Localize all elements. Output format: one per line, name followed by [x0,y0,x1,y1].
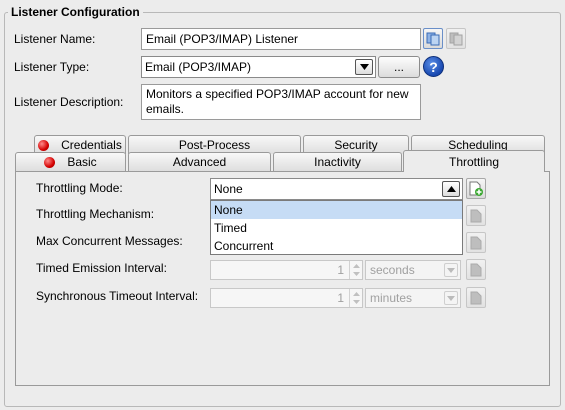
tab-throttling-label: Throttling [448,154,500,169]
mechanism-variable-button[interactable] [466,205,486,226]
help-icon[interactable]: ? [423,56,444,77]
copy-button[interactable] [423,28,443,49]
tab-security-label: Security [334,138,378,152]
error-indicator-icon [44,156,56,168]
spinner-arrows-icon[interactable] [349,289,362,307]
synchronous-timeout-unit: minutes [370,291,413,305]
synchronous-timeout-label: Synchronous Timeout Interval: [36,289,199,303]
add-variable-button[interactable] [466,178,486,199]
chevron-up-icon[interactable] [442,181,460,197]
tab-inactivity[interactable]: Inactivity [273,152,402,171]
error-indicator-icon [38,139,50,151]
dropdown-option-timed[interactable]: Timed [211,219,462,237]
add-document-icon [469,181,483,196]
group-title: Listener Configuration [8,5,143,19]
listener-type-value: Email (POP3/IMAP) [145,60,252,74]
listener-name-label: Listener Name: [14,32,96,46]
paste-button[interactable] [446,28,466,49]
listener-description-input[interactable]: Monitors a specified POP3/IMAP account f… [141,84,421,120]
chevron-down-icon[interactable] [355,59,373,75]
document-icon [470,209,482,222]
copy-icon [426,32,440,45]
browse-button[interactable]: ... [378,56,420,78]
synchronous-timeout-variable-button[interactable] [466,287,486,308]
timed-emission-variable-button[interactable] [466,259,486,280]
timed-emission-input[interactable]: 1 [210,260,363,280]
listener-type-select[interactable]: Email (POP3/IMAP) [141,56,376,78]
tab-advanced[interactable]: Advanced [128,152,271,171]
synchronous-timeout-value: 1 [337,291,344,305]
tab-inactivity-label: Inactivity [314,155,361,169]
document-icon [470,236,482,249]
synchronous-timeout-input[interactable]: 1 [210,288,363,308]
dropdown-option-concurrent[interactable]: Concurrent [211,237,462,255]
synchronous-timeout-unit-select[interactable]: minutes [365,288,461,308]
tab-credentials-label: Credentials [61,138,122,152]
throttling-mode-select[interactable]: None [210,178,463,200]
dropdown-option-none[interactable]: None [211,201,462,219]
spinner-arrows-icon[interactable] [349,261,362,279]
tab-advanced-label: Advanced [172,155,227,169]
throttling-mode-value: None [214,182,243,196]
tab-basic-label: Basic [67,155,97,169]
throttling-mode-dropdown: None Timed Concurrent [210,200,463,255]
listener-name-input[interactable]: Email (POP3/IMAP) Listener [141,28,421,50]
timed-emission-label: Timed Emission Interval: [36,261,167,275]
max-concurrent-variable-button[interactable] [466,232,486,253]
max-concurrent-label: Max Concurrent Messages: [36,234,183,248]
tab-throttling[interactable]: Throttling [403,150,545,172]
listener-description-label: Listener Description: [14,95,124,109]
tab-post-process-label: Post-Process [178,138,251,152]
document-icon [470,291,482,304]
throttling-mechanism-label: Throttling Mechanism: [36,207,155,221]
throttling-mode-label: Throttling Mode: [36,181,123,195]
document-icon [470,263,482,276]
timed-emission-unit: seconds [370,263,415,277]
paste-icon [449,32,463,45]
timed-emission-value: 1 [337,263,344,277]
chevron-down-icon[interactable] [444,263,458,277]
chevron-down-icon[interactable] [444,291,458,305]
tab-basic[interactable]: Basic [15,152,126,171]
listener-type-label: Listener Type: [14,60,90,74]
timed-emission-unit-select[interactable]: seconds [365,260,461,280]
